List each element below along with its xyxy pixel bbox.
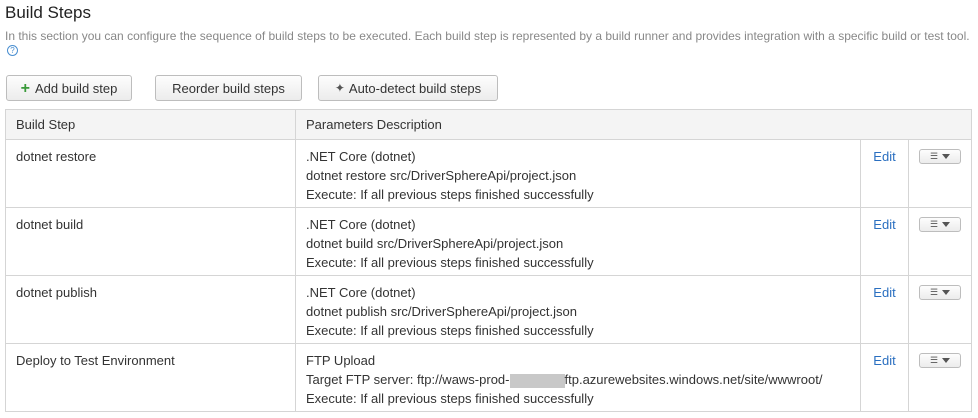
reorder-build-steps-button[interactable]: Reorder build steps <box>155 75 302 101</box>
plus-icon: + <box>20 79 30 97</box>
step-detail-prefix: Target FTP server: ftp://waws-prod- <box>306 372 510 387</box>
step-parameters: .NET Core (dotnet) dotnet build src/Driv… <box>295 207 861 276</box>
step-name: dotnet build <box>5 207 296 276</box>
list-icon: ☰ <box>929 287 938 297</box>
add-build-step-label: Add build step <box>34 80 118 96</box>
build-steps-table: Build Step Parameters Description dotnet… <box>5 109 972 412</box>
table-row: dotnet publish .NET Core (dotnet) dotnet… <box>5 275 972 344</box>
step-detail: dotnet publish src/DriverSphereApi/proje… <box>306 304 577 319</box>
step-actions-dropdown[interactable]: ☰ <box>919 285 961 300</box>
table-row: dotnet restore .NET Core (dotnet) dotnet… <box>5 139 972 208</box>
step-parameters: .NET Core (dotnet) dotnet restore src/Dr… <box>295 139 861 208</box>
help-circle-icon[interactable]: ? <box>7 45 18 56</box>
edit-link[interactable]: Edit <box>873 217 895 232</box>
edit-link[interactable]: Edit <box>873 149 895 164</box>
auto-detect-build-steps-button[interactable]: ✦ Auto-detect build steps <box>318 75 498 101</box>
step-runner: FTP Upload <box>306 353 376 368</box>
caret-down-icon <box>942 154 951 159</box>
step-parameters: .NET Core (dotnet) dotnet publish src/Dr… <box>295 275 861 344</box>
edit-link[interactable]: Edit <box>873 285 895 300</box>
step-runner: .NET Core (dotnet) <box>306 285 416 300</box>
magic-wand-icon: ✦ <box>334 81 345 95</box>
section-description-text: In this section you can configure the se… <box>5 29 970 43</box>
menu-cell: ☰ <box>908 139 972 208</box>
step-runner: .NET Core (dotnet) <box>306 217 416 232</box>
header-parameters-description: Parameters Description <box>295 109 972 140</box>
step-detail: dotnet build src/DriverSphereApi/project… <box>306 236 564 251</box>
step-parameters: FTP Upload Target FTP server: ftp://waws… <box>295 343 861 412</box>
edit-cell: Edit <box>860 139 909 208</box>
caret-down-icon <box>942 222 951 227</box>
step-execute: Execute: If all previous steps finished … <box>306 255 594 270</box>
caret-down-icon <box>942 290 951 295</box>
step-actions-dropdown[interactable]: ☰ <box>919 149 961 164</box>
add-build-step-button[interactable]: + Add build step <box>6 75 132 101</box>
page-title: Build Steps <box>5 3 91 22</box>
caret-down-icon <box>942 358 951 363</box>
section-description: In this section you can configure the se… <box>5 28 970 63</box>
list-icon: ☰ <box>929 151 938 161</box>
list-icon: ☰ <box>929 355 938 365</box>
edit-cell: Edit <box>860 343 909 412</box>
step-detail: Target FTP server: ftp://waws-prod-ftp.a… <box>306 370 850 389</box>
menu-cell: ☰ <box>908 275 972 344</box>
step-actions-dropdown[interactable]: ☰ <box>919 217 961 232</box>
step-execute: Execute: If all previous steps finished … <box>306 391 594 406</box>
table-row: Deploy to Test Environment FTP Upload Ta… <box>5 343 972 412</box>
edit-cell: Edit <box>860 207 909 276</box>
redacted-block <box>509 373 565 388</box>
header-build-step: Build Step <box>5 109 296 140</box>
reorder-build-steps-label: Reorder build steps <box>172 80 285 96</box>
menu-cell: ☰ <box>908 343 972 412</box>
step-name: dotnet publish <box>5 275 296 344</box>
step-detail: dotnet restore src/DriverSphereApi/proje… <box>306 168 577 183</box>
step-name: Deploy to Test Environment <box>5 343 296 412</box>
step-execute: Execute: If all previous steps finished … <box>306 187 594 202</box>
step-name: dotnet restore <box>5 139 296 208</box>
menu-cell: ☰ <box>908 207 972 276</box>
auto-detect-build-steps-label: Auto-detect build steps <box>348 80 482 96</box>
step-runner: .NET Core (dotnet) <box>306 149 416 164</box>
table-row: dotnet build .NET Core (dotnet) dotnet b… <box>5 207 972 276</box>
step-actions-dropdown[interactable]: ☰ <box>919 353 961 368</box>
table-header-row: Build Step Parameters Description <box>5 109 972 140</box>
step-detail-suffix: ftp.azurewebsites.windows.net/site/wwwro… <box>564 372 823 387</box>
step-execute: Execute: If all previous steps finished … <box>306 323 594 338</box>
list-icon: ☰ <box>929 219 938 229</box>
edit-link[interactable]: Edit <box>873 353 895 368</box>
edit-cell: Edit <box>860 275 909 344</box>
